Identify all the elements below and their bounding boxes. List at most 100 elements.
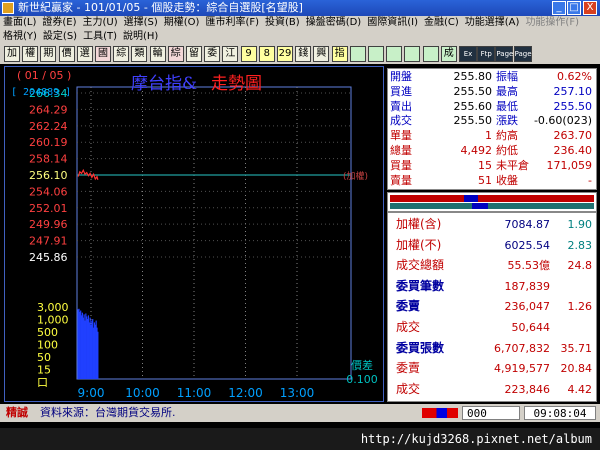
toolbar-button[interactable]: 國 <box>95 46 111 62</box>
volume-tick: 500 <box>37 326 58 339</box>
time-tick: 9:00 <box>78 386 105 400</box>
toolbar-button[interactable]: 綜 <box>167 46 184 62</box>
index-row: 委賣 4,919,577 20.84 <box>388 359 598 378</box>
toolbar-button[interactable]: 期 <box>40 46 57 62</box>
toolbar-button[interactable]: Page <box>513 46 532 62</box>
quote-label: 賣量 <box>390 173 412 187</box>
toolbar-button[interactable] <box>349 46 366 62</box>
toolbar-button[interactable]: 綜 <box>113 46 130 62</box>
price-tick: 264.29 <box>29 103 68 116</box>
toolbar-button[interactable]: 加 <box>4 46 20 62</box>
album-url: http://kujd3268.pixnet.net/album <box>360 432 592 446</box>
toolbar-button[interactable] <box>368 46 384 62</box>
menu-item[interactable]: 國際資訊(I) <box>364 16 421 30</box>
clock: 09:08:04 <box>524 406 596 420</box>
toolbar-button[interactable]: 成 <box>440 46 457 62</box>
menu-item[interactable]: 說明(H) <box>120 30 161 44</box>
price-tick: 247.91 <box>29 235 68 248</box>
quote-row: 賣出 255.60 最低 255.50 <box>388 99 598 113</box>
quote-label: 賣出 <box>390 99 412 113</box>
menu-item[interactable]: 功能操作(F) <box>522 16 582 30</box>
toolbar-button[interactable]: Ex <box>459 46 477 62</box>
toolbar-button[interactable]: 指 <box>331 46 348 62</box>
toolbar-button[interactable]: 錢 <box>295 46 312 62</box>
menu-item[interactable]: 金融(C) <box>421 16 462 30</box>
time-tick: 13:00 <box>280 386 315 400</box>
quote-label: 買進 <box>390 84 412 98</box>
toolbar-button[interactable]: Ftp <box>477 46 496 62</box>
price-tick: 254.06 <box>29 185 68 198</box>
toolbar: 加權期價選國綜類輪綜留委江 9 8 29 錢興指成 Ex Ftp Page Page <box>0 44 600 64</box>
toolbar-button[interactable] <box>404 46 421 62</box>
quote-label: 單量 <box>390 129 412 143</box>
quote-value: -0.60(023) <box>533 114 592 128</box>
menu-item[interactable]: 投資(B) <box>262 16 303 30</box>
quote-label: 最低 <box>496 99 518 113</box>
quote-label: 漲跌 <box>496 114 518 128</box>
volume-tick: 100 <box>37 339 58 352</box>
maximize-button[interactable]: □ <box>567 1 581 15</box>
sub-menu: 格視(Y) 設定(S) 工具(T) 說明(H) <box>0 30 600 44</box>
quote-value: - <box>588 173 592 187</box>
toolbar-button[interactable]: 江 <box>222 46 239 62</box>
menu-item[interactable]: 設定(S) <box>40 30 80 44</box>
minimize-button[interactable]: _ <box>552 1 566 15</box>
menu-item[interactable]: 工具(T) <box>80 30 120 44</box>
quote-value: 255.50 <box>553 99 593 113</box>
chart-id: [ 204889 ] <box>11 87 71 98</box>
index-value: 187,839 <box>504 279 551 293</box>
time-tick: 11:00 <box>177 386 212 400</box>
volume-tick: 口 <box>37 376 48 389</box>
index-row: 委賣 236,047 1.26 <box>388 297 598 316</box>
index-value: 6,707,832 <box>494 341 550 355</box>
toolbar-button[interactable] <box>422 46 439 62</box>
toolbar-button[interactable]: 選 <box>76 46 93 62</box>
diff-label: 價差 <box>351 358 373 372</box>
app-icon <box>2 2 14 14</box>
toolbar-button[interactable]: 委 <box>204 46 221 62</box>
strength-bar-bottom <box>390 203 594 209</box>
menu-item[interactable]: 功能選擇(A) <box>462 16 523 30</box>
status-code[interactable]: 000 <box>462 406 520 420</box>
menu-item[interactable]: 匯市利率(F) <box>202 16 262 30</box>
strength-bar-bottom-marker <box>472 203 488 209</box>
toolbar-button[interactable]: 輪 <box>149 46 166 62</box>
menu-item[interactable]: 選擇(S) <box>121 16 161 30</box>
toolbar-button[interactable]: 價 <box>58 46 75 62</box>
quote-value: 0.62% <box>557 70 592 83</box>
toolbar-button[interactable]: 類 <box>131 46 148 62</box>
quote-value: 255.60 <box>453 99 493 113</box>
index-label: 成交 <box>396 381 421 396</box>
toolbar-button[interactable]: 興 <box>313 46 330 62</box>
volume-bar <box>97 331 99 379</box>
quote-row: 買量 15 未平倉 171,059 <box>388 159 598 172</box>
chart-date: ( 01 / 05 ) <box>17 69 71 82</box>
index-label: 成交總額 <box>396 258 445 273</box>
toolbar-button[interactable] <box>386 46 403 62</box>
toolbar-button[interactable]: 9 <box>240 46 257 62</box>
index-row: 成交 50,644 <box>388 318 598 337</box>
close-button[interactable]: X <box>583 1 597 15</box>
toolbar-button[interactable]: 8 <box>258 46 275 62</box>
price-chart[interactable]: 9:00 10:00 11:00 12:00 13:00 266.34 264.29 262.… <box>4 66 384 402</box>
quote-value: 257.10 <box>553 84 593 98</box>
quote-panel: 開盤 255.80 振幅 0.62% 買進 255.50 最高 257.10 賣出 255.60 最… <box>387 68 597 190</box>
index-value: 50,644 <box>511 321 551 334</box>
toolbar-button[interactable]: 留 <box>186 46 202 62</box>
menu-item[interactable]: 畫面(L) <box>0 16 39 30</box>
quote-value: 4,492 <box>460 144 493 157</box>
index-label: 委賣 <box>396 361 421 376</box>
toolbar-button[interactable]: 權 <box>22 46 39 62</box>
menu-item[interactable]: 操盤密碼(D) <box>303 16 365 30</box>
menu-item[interactable]: 證券(E) <box>39 16 79 30</box>
quote-row: 總量 4,492 約低 236.40 <box>388 145 598 157</box>
toolbar-button[interactable]: 29 <box>277 46 293 62</box>
index-row: 委買筆數 187,839 <box>388 277 598 296</box>
strength-bar-top-marker <box>464 195 478 202</box>
quote-value: 263.70 <box>553 129 593 143</box>
menu-item[interactable]: 期權(O) <box>161 16 203 30</box>
toolbar-button[interactable]: Page <box>495 46 514 62</box>
price-chart-svg: 9:00 10:00 11:00 12:00 13:00266.34264.29262.… <box>11 69 378 400</box>
menu-item[interactable]: 主力(U) <box>80 16 121 30</box>
menu-item[interactable]: 格視(Y) <box>0 30 40 44</box>
